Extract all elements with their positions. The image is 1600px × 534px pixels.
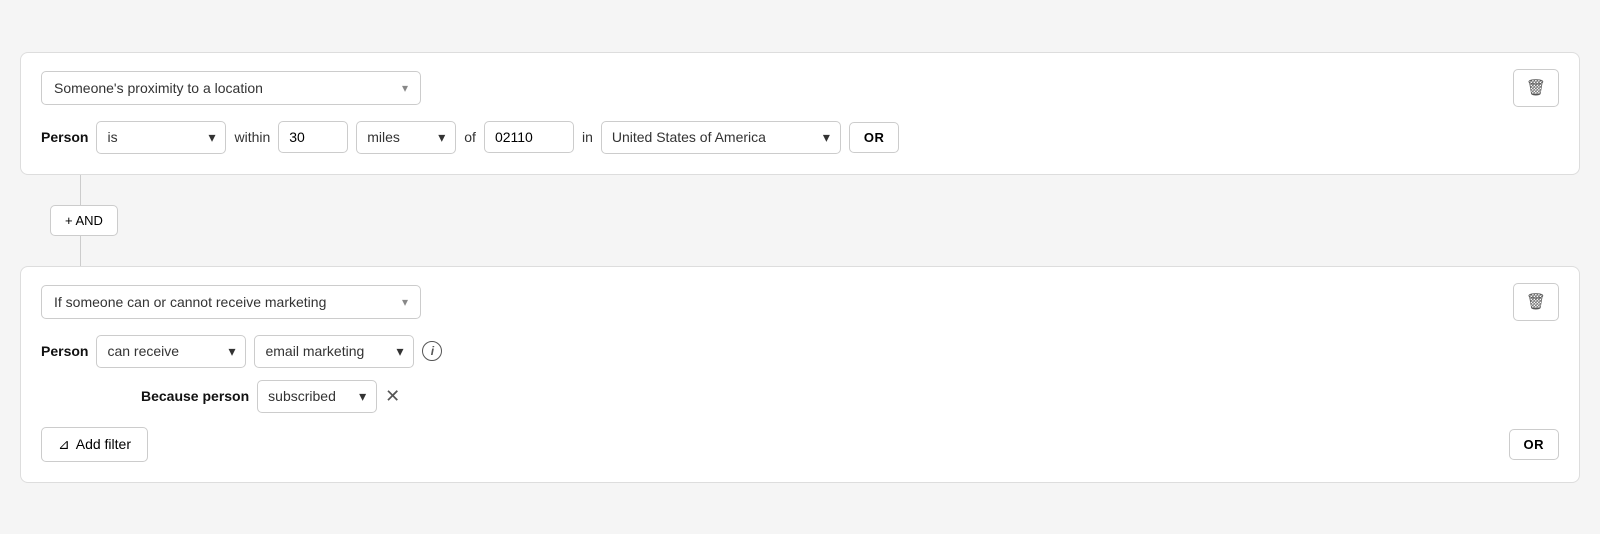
condition-type-label-2: If someone can or cannot receive marketi… xyxy=(54,294,326,310)
condition-header-2: If someone can or cannot receive marketi… xyxy=(41,283,1559,321)
because-row: Because person subscribed ▾ ✕ xyxy=(41,380,1559,413)
country-chevron-icon: ▾ xyxy=(823,129,830,146)
vertical-line-bottom xyxy=(80,236,81,266)
email-marketing-chevron-icon: ▾ xyxy=(396,343,403,360)
condition-header-left-2: If someone can or cannot receive marketi… xyxy=(41,285,421,319)
is-chevron-icon: ▾ xyxy=(208,129,215,146)
zip-input-1[interactable] xyxy=(484,121,574,153)
or-button-2[interactable]: OR xyxy=(1509,429,1560,460)
chevron-icon-1: ▾ xyxy=(402,81,408,95)
can-receive-chevron-icon: ▾ xyxy=(228,343,235,360)
country-value-1: United States of America xyxy=(612,129,766,145)
condition-block-1: Someone's proximity to a location ▾ 🗑 Pe… xyxy=(20,52,1580,175)
miles-value-1: miles xyxy=(367,129,400,145)
country-dropdown-1[interactable]: United States of America ▾ xyxy=(601,121,841,154)
subscribed-chevron-icon: ▾ xyxy=(359,388,366,405)
condition-type-label-1: Someone's proximity to a location xyxy=(54,80,263,96)
trash-icon-1: 🗑 xyxy=(1526,80,1546,97)
person-label-1: Person xyxy=(41,129,88,145)
subscribed-dropdown[interactable]: subscribed ▾ xyxy=(257,380,377,413)
trash-icon-2: 🗑 xyxy=(1526,294,1546,311)
add-filter-label: Add filter xyxy=(76,436,131,452)
delete-button-1[interactable]: 🗑 xyxy=(1513,69,1559,107)
condition-row-2: Person can receive ▾ email marketing ▾ i xyxy=(41,335,1559,368)
because-label: Because person xyxy=(141,388,249,404)
can-receive-value: can receive xyxy=(107,343,179,359)
or-button-1[interactable]: OR xyxy=(849,122,900,153)
condition-header-1: Someone's proximity to a location ▾ 🗑 xyxy=(41,69,1559,107)
and-connector-area: + AND xyxy=(20,175,1580,266)
add-filter-button[interactable]: ⊿ Add filter xyxy=(41,427,148,462)
bottom-row-2: ⊿ Add filter OR xyxy=(41,427,1559,462)
and-button[interactable]: + AND xyxy=(50,205,118,236)
miles-chevron-icon: ▾ xyxy=(438,129,445,146)
condition-type-dropdown-2[interactable]: If someone can or cannot receive marketi… xyxy=(41,285,421,319)
person-label-2: Person xyxy=(41,343,88,359)
within-label-1: within xyxy=(234,129,270,145)
in-label-1: in xyxy=(582,129,593,145)
subscribed-value: subscribed xyxy=(268,388,336,404)
condition-block-2: If someone can or cannot receive marketi… xyxy=(20,266,1580,483)
vertical-line-top xyxy=(80,175,81,205)
can-receive-dropdown[interactable]: can receive ▾ xyxy=(96,335,246,368)
condition-row-1: Person is ▾ within miles ▾ of in United … xyxy=(41,121,1559,154)
is-value-1: is xyxy=(107,129,117,145)
email-marketing-value: email marketing xyxy=(265,343,364,359)
close-icon[interactable]: ✕ xyxy=(385,387,400,405)
info-icon[interactable]: i xyxy=(422,341,442,361)
of-label-1: of xyxy=(464,129,476,145)
delete-button-2[interactable]: 🗑 xyxy=(1513,283,1559,321)
funnel-icon: ⊿ xyxy=(58,436,70,453)
chevron-icon-2: ▾ xyxy=(402,295,408,309)
condition-header-left-1: Someone's proximity to a location ▾ xyxy=(41,71,421,105)
is-dropdown-1[interactable]: is ▾ xyxy=(96,121,226,154)
email-marketing-dropdown[interactable]: email marketing ▾ xyxy=(254,335,414,368)
miles-dropdown-1[interactable]: miles ▾ xyxy=(356,121,456,154)
condition-type-dropdown-1[interactable]: Someone's proximity to a location ▾ xyxy=(41,71,421,105)
distance-input-1[interactable] xyxy=(278,121,348,153)
